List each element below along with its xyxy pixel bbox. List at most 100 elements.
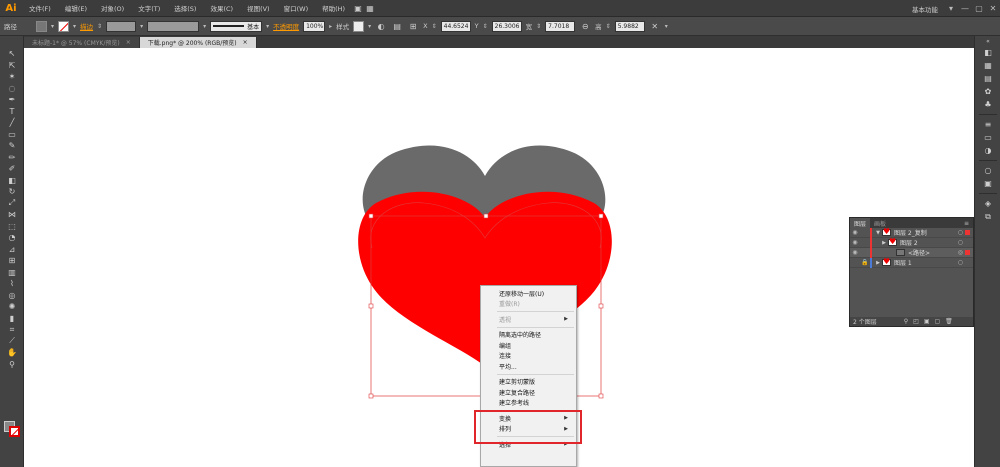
tab-download-png[interactable]: 下载.png* @ 200% (RGB/预览) × — [139, 37, 257, 48]
target-icon[interactable]: ○ — [958, 239, 963, 246]
fill-stroke-widget[interactable] — [4, 421, 20, 437]
new-sublayer-icon[interactable]: ▣ — [924, 318, 930, 325]
visibility-eye-icon[interactable]: ◉ — [850, 229, 860, 236]
bbox-handle-tl[interactable] — [368, 213, 374, 219]
width-tool-icon[interactable]: ⋈ — [0, 209, 24, 221]
workspace-switcher[interactable]: 基本功能 — [906, 4, 944, 14]
pencil-tool-icon[interactable]: ✏ — [0, 152, 24, 164]
slice-tool-icon[interactable]: ⟋ — [0, 336, 24, 348]
layer-row[interactable]: ◉ ▶ 图层 2 ○ — [850, 237, 973, 248]
menu-item-group[interactable]: 编组 — [481, 340, 576, 351]
brushes-panel-icon[interactable]: ✿ — [975, 85, 1000, 98]
target-icon[interactable]: ○ — [958, 259, 963, 266]
align-icon[interactable]: ▤ — [391, 20, 403, 32]
eyedropper-tool-icon[interactable]: ⌇ — [0, 278, 24, 290]
tab-untitled-1[interactable]: 未标题-1* @ 57% (CMYK/预览) × — [24, 37, 140, 48]
artboards-panel-icon[interactable]: ⧉ — [975, 210, 1000, 223]
y-stepper-icon[interactable]: ⇕ — [483, 23, 488, 30]
menu-help[interactable]: 帮助(H) — [315, 3, 352, 13]
menu-item-clipping-mask[interactable]: 建立剪切蒙版 — [481, 377, 576, 388]
layer-name[interactable]: 图层 2 — [900, 238, 918, 247]
transform-icon[interactable]: ✕ — [649, 20, 661, 32]
artboard-tool-icon[interactable]: ⌗ — [0, 324, 24, 336]
graphic-style-swatch[interactable] — [353, 20, 365, 32]
target-icon[interactable]: ◎ — [958, 249, 963, 256]
close-button[interactable]: ✕ — [986, 4, 1000, 13]
selection-indicator[interactable] — [965, 230, 970, 235]
hand-tool-icon[interactable]: ✋ — [0, 347, 24, 359]
visibility-eye-icon[interactable]: ◉ — [850, 239, 860, 246]
type-tool-icon[interactable]: T — [0, 106, 24, 118]
line-tool-icon[interactable]: ╱ — [0, 117, 24, 129]
expand-toggle-icon[interactable]: ▼ — [874, 230, 882, 236]
mesh-tool-icon[interactable]: ⊞ — [0, 255, 24, 267]
magic-wand-tool-icon[interactable]: ✶ — [0, 71, 24, 83]
minimize-button[interactable]: — — [958, 4, 972, 13]
bbox-handle-bl[interactable] — [368, 393, 374, 399]
stroke-weight-dropdown-icon[interactable]: ▾ — [140, 23, 143, 30]
bbox-handle-tm[interactable] — [483, 213, 489, 219]
bridge-icon[interactable]: ▣ — [352, 2, 364, 14]
transparency-panel-icon[interactable]: ◑ — [975, 144, 1000, 157]
maximize-button[interactable]: ▢ — [972, 4, 986, 13]
selection-indicator[interactable] — [965, 250, 970, 255]
visibility-eye-icon[interactable]: ◉ — [850, 249, 860, 256]
panel-menu-icon[interactable]: ≡ — [964, 220, 973, 227]
eraser-tool-icon[interactable]: ◧ — [0, 175, 24, 187]
menu-item-make-guides[interactable]: 建立参考线 — [481, 398, 576, 409]
stroke-label[interactable]: 描边 — [80, 21, 93, 31]
variable-width-dropdown-icon[interactable]: ▾ — [203, 23, 206, 30]
menu-object[interactable]: 对象(O) — [94, 3, 131, 13]
arrange-docs-icon[interactable]: ▦ — [364, 2, 376, 14]
graph-tool-icon[interactable]: ▮ — [0, 313, 24, 325]
expand-toggle-icon[interactable]: ▶ — [874, 260, 882, 266]
stroke-panel-icon[interactable]: ≡ — [975, 118, 1000, 131]
selection-tool-icon[interactable]: ↖ — [0, 48, 24, 60]
bbox-handle-tr[interactable] — [598, 213, 604, 219]
y-field[interactable]: 26.3006 — [491, 20, 522, 32]
new-layer-icon[interactable]: ▢ — [934, 318, 940, 325]
menu-select[interactable]: 选择(S) — [167, 3, 203, 13]
brush-definition-field[interactable]: 基本 — [210, 20, 263, 32]
appearance-panel-icon[interactable]: ○ — [975, 164, 1000, 177]
pen-tool-icon[interactable]: ✒ — [0, 94, 24, 106]
fill-swatch[interactable] — [36, 20, 47, 32]
make-clipping-mask-icon[interactable]: ◰ — [913, 318, 919, 325]
graphic-styles-panel-icon[interactable]: ▣ — [975, 177, 1000, 190]
symbols-panel-icon[interactable]: ♣ — [975, 98, 1000, 111]
symbol-sprayer-tool-icon[interactable]: ✺ — [0, 301, 24, 313]
w-stepper-icon[interactable]: ⇕ — [536, 23, 541, 30]
blend-tool-icon[interactable]: ◎ — [0, 290, 24, 302]
layer-name[interactable]: <路径> — [908, 248, 930, 257]
color-panel-icon[interactable]: ◧ — [975, 46, 1000, 59]
zoom-tool-icon[interactable]: ⚲ — [0, 359, 24, 371]
variable-width-field[interactable] — [147, 20, 200, 32]
swatches-panel-icon[interactable]: ▤ — [975, 72, 1000, 85]
fill-dropdown-icon[interactable]: ▾ — [51, 23, 54, 30]
x-stepper-icon[interactable]: ⇕ — [432, 23, 437, 30]
opacity-field[interactable]: 100% — [303, 20, 326, 32]
menu-item-undo[interactable]: 还原移动一层(U) — [481, 288, 576, 299]
lock-icon[interactable]: 🔒 — [860, 259, 870, 266]
locate-object-icon[interactable]: ⚲ — [904, 318, 908, 325]
reference-point-icon[interactable]: ⊞ — [407, 20, 419, 32]
delete-layer-icon[interactable]: 🗑 — [945, 318, 953, 325]
menu-file[interactable]: 文件(F) — [22, 3, 58, 13]
menu-item-average[interactable]: 平均... — [481, 361, 576, 372]
recolor-icon[interactable]: ◐ — [375, 20, 387, 32]
brush-dropdown-icon[interactable]: ▾ — [266, 23, 269, 30]
w-field[interactable]: 7.7018 — [545, 20, 576, 32]
tab-close-icon[interactable]: × — [243, 39, 248, 46]
bbox-handle-mr[interactable] — [598, 303, 604, 309]
stroke-dropdown-icon[interactable]: ▾ — [73, 23, 76, 30]
h-field[interactable]: 5.9882 — [614, 20, 645, 32]
opacity-label[interactable]: 不透明度 — [273, 21, 299, 31]
lasso-tool-icon[interactable]: ◌ — [0, 83, 24, 95]
expand-toggle-icon[interactable]: ▶ — [880, 240, 888, 246]
color-guide-icon[interactable]: ▦ — [975, 59, 1000, 72]
rectangle-tool-icon[interactable]: ▭ — [0, 129, 24, 141]
paintbrush-tool-icon[interactable]: ✎ — [0, 140, 24, 152]
blob-brush-tool-icon[interactable]: ✐ — [0, 163, 24, 175]
gradient-panel-icon[interactable]: ▭ — [975, 131, 1000, 144]
scale-tool-icon[interactable]: ⤢ — [0, 198, 24, 210]
